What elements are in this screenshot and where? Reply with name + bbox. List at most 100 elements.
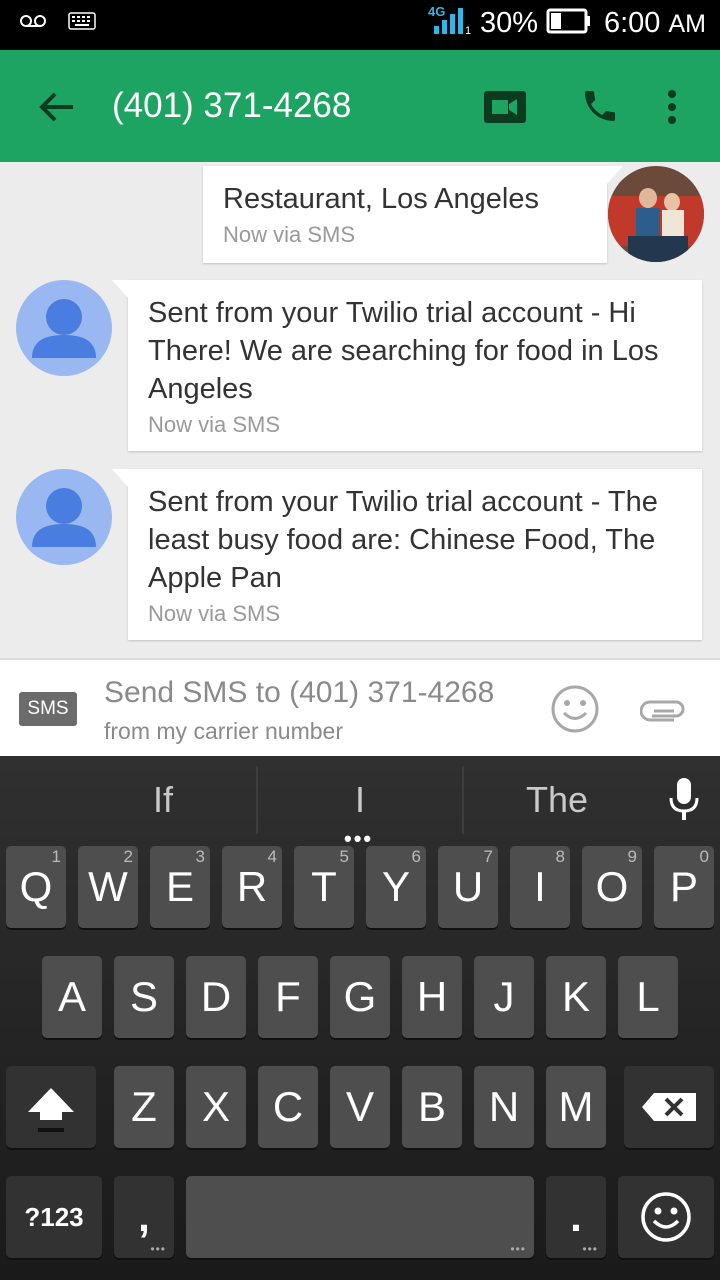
key-s[interactable]: S bbox=[114, 956, 174, 1038]
suggestion-3[interactable]: The bbox=[464, 756, 650, 844]
shift-arrow-icon bbox=[28, 1088, 74, 1132]
microphone-icon bbox=[669, 778, 699, 820]
backspace-key[interactable] bbox=[624, 1066, 714, 1148]
compose-bar: SMS Send SMS to (401) 371-4268 from my c… bbox=[0, 658, 720, 756]
key-w[interactable]: W2 bbox=[78, 846, 138, 928]
key-hint: 4 bbox=[267, 847, 277, 866]
key-m[interactable]: M bbox=[546, 1066, 606, 1148]
key-u[interactable]: U7 bbox=[438, 846, 498, 928]
key-label: W bbox=[88, 863, 128, 910]
key-c[interactable]: C bbox=[258, 1066, 318, 1148]
key-j[interactable]: J bbox=[474, 956, 534, 1038]
voice-input-button[interactable] bbox=[666, 776, 702, 827]
app-bar: (401) 371-4268 bbox=[0, 50, 720, 162]
clock: 6:00 AM bbox=[604, 7, 706, 40]
key-r[interactable]: R4 bbox=[222, 846, 282, 928]
key-a[interactable]: A bbox=[42, 956, 102, 1038]
key-hint: 5 bbox=[339, 847, 349, 866]
key-hint: 0 bbox=[699, 847, 709, 866]
key-o[interactable]: O9 bbox=[582, 846, 642, 928]
key-label: T bbox=[311, 863, 337, 910]
overflow-menu-button[interactable] bbox=[656, 84, 688, 130]
back-arrow-icon bbox=[39, 92, 73, 122]
key-f[interactable]: F bbox=[258, 956, 318, 1038]
self-avatar-photo[interactable] bbox=[608, 166, 704, 262]
key-d[interactable]: D bbox=[186, 956, 246, 1038]
key-z[interactable]: Z bbox=[114, 1066, 174, 1148]
person-icon bbox=[32, 488, 96, 547]
message-text: Sent from your Twilio trial account - Hi… bbox=[148, 297, 659, 405]
message-text: Restaurant, Los Angeles bbox=[223, 183, 539, 215]
back-button[interactable] bbox=[30, 84, 82, 130]
contact-avatar[interactable] bbox=[16, 469, 112, 565]
key-b[interactable]: B bbox=[402, 1066, 462, 1148]
key-label: I bbox=[534, 863, 546, 910]
suggestion-1[interactable]: If bbox=[70, 756, 256, 844]
emoji-button[interactable] bbox=[550, 684, 600, 739]
emoji-key[interactable] bbox=[618, 1176, 714, 1258]
message-bubble-outgoing[interactable]: Restaurant, Los Angeles Now via SMS bbox=[203, 166, 623, 263]
key-q[interactable]: Q1 bbox=[6, 846, 66, 928]
status-bar: 4G 1 30% 6:00 AM bbox=[0, 0, 720, 50]
key-v[interactable]: V bbox=[330, 1066, 390, 1148]
shift-key[interactable] bbox=[6, 1066, 96, 1148]
compose-input-placeholder[interactable]: Send SMS to (401) 371-4268 bbox=[104, 676, 494, 710]
voicemail-icon bbox=[20, 14, 46, 33]
message-bubble-incoming[interactable]: Sent from your Twilio trial account - Hi… bbox=[112, 280, 702, 451]
phone-icon bbox=[585, 91, 615, 121]
key-l[interactable]: L bbox=[618, 956, 678, 1038]
key-y[interactable]: Y6 bbox=[366, 846, 426, 928]
key-label: O bbox=[595, 863, 629, 910]
more-keys-indicator: ••• bbox=[510, 1242, 526, 1256]
period-key[interactable]: . ••• bbox=[546, 1176, 606, 1258]
symbols-key[interactable]: ?123 bbox=[6, 1176, 102, 1258]
key-hint: 9 bbox=[627, 847, 637, 866]
keyboard-icon bbox=[68, 12, 96, 35]
message-text: Sent from your Twilio trial account - Th… bbox=[148, 486, 658, 594]
key-h[interactable]: H bbox=[402, 956, 462, 1038]
backspace-icon bbox=[642, 1093, 696, 1121]
svg-text:1: 1 bbox=[465, 25, 471, 36]
key-label: . bbox=[570, 1193, 582, 1240]
message-bubble-incoming[interactable]: Sent from your Twilio trial account - Th… bbox=[112, 469, 702, 640]
comma-key[interactable]: , ••• bbox=[114, 1176, 174, 1258]
paperclip-icon bbox=[639, 700, 685, 722]
space-bar[interactable]: ••• bbox=[186, 1176, 534, 1258]
key-x[interactable]: X bbox=[186, 1066, 246, 1148]
video-camera-icon bbox=[484, 91, 526, 123]
message-meta: Now via SMS bbox=[148, 412, 281, 437]
sms-badge: SMS bbox=[19, 692, 77, 726]
key-n[interactable]: N bbox=[474, 1066, 534, 1148]
key-i[interactable]: I8 bbox=[510, 846, 570, 928]
key-hint: 6 bbox=[411, 847, 421, 866]
clock-time: 6:00 bbox=[603, 7, 661, 39]
key-k[interactable]: K bbox=[546, 956, 606, 1038]
key-hint: 2 bbox=[123, 847, 133, 866]
phone-call-button[interactable] bbox=[576, 82, 624, 130]
key-label: E bbox=[165, 863, 194, 910]
person-icon bbox=[32, 299, 96, 358]
conversation-list[interactable]: Restaurant, Los Angeles Now via SMS Sent… bbox=[0, 162, 720, 658]
key-label: Q bbox=[19, 863, 53, 910]
more-keys-indicator: ••• bbox=[150, 1242, 166, 1256]
profile-photo-icon bbox=[608, 166, 704, 262]
more-vert-icon bbox=[668, 90, 676, 124]
contact-avatar[interactable] bbox=[16, 280, 112, 376]
key-hint: 3 bbox=[195, 847, 205, 866]
video-call-button[interactable] bbox=[482, 88, 528, 126]
key-hint: 1 bbox=[51, 847, 61, 866]
key-label: R bbox=[236, 863, 268, 910]
key-label: , bbox=[138, 1193, 150, 1240]
attach-button[interactable] bbox=[639, 698, 686, 727]
contact-title: (401) 371-4268 bbox=[112, 86, 352, 125]
clock-ampm: AM bbox=[668, 10, 707, 38]
key-p[interactable]: P0 bbox=[654, 846, 714, 928]
smiley-icon bbox=[551, 685, 599, 733]
key-label: U bbox=[452, 863, 484, 910]
key-t[interactable]: T5 bbox=[294, 846, 354, 928]
message-meta: Now via SMS bbox=[148, 601, 281, 626]
key-e[interactable]: E3 bbox=[150, 846, 210, 928]
key-g[interactable]: G bbox=[330, 956, 390, 1038]
key-hint: 8 bbox=[555, 847, 565, 866]
message-meta: Now via SMS bbox=[223, 222, 356, 247]
